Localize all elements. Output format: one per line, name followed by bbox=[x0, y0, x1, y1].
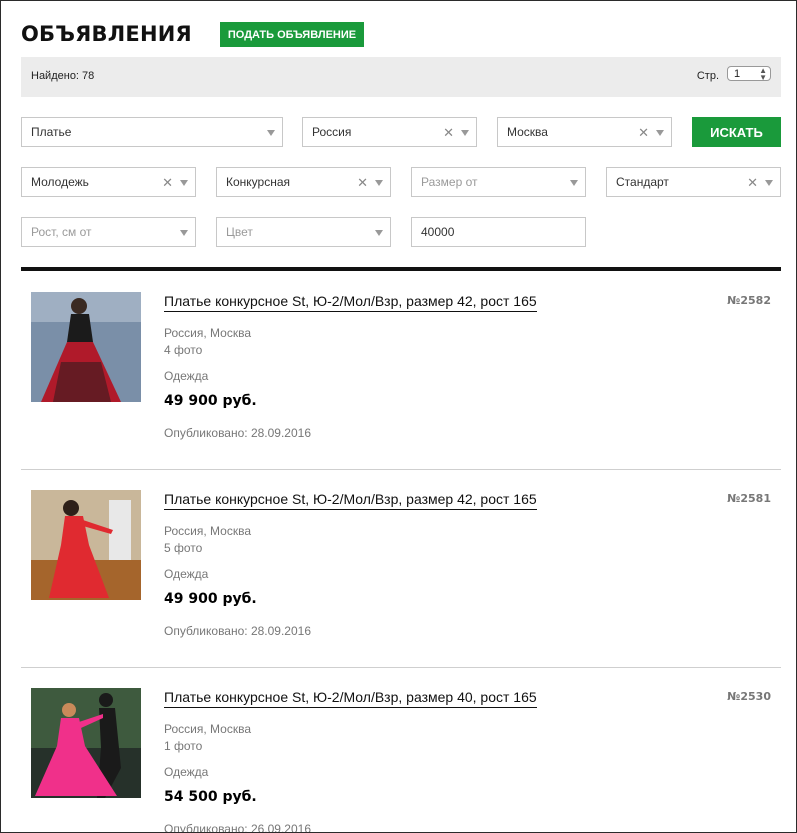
city-select-value: Москва bbox=[507, 125, 548, 139]
listing-price: 49 900 руб. bbox=[164, 591, 257, 607]
chevron-down-icon[interactable] bbox=[375, 230, 383, 236]
clear-icon[interactable]: ✕ bbox=[747, 175, 758, 191]
country-select[interactable]: Россия ✕ bbox=[302, 117, 477, 147]
program-select[interactable]: Стандарт ✕ bbox=[606, 167, 781, 197]
program-select-value: Стандарт bbox=[616, 175, 669, 189]
chevron-down-icon[interactable] bbox=[656, 130, 664, 136]
listing-title-link[interactable]: Платье конкурсное St, Ю-2/Мол/Взр, разме… bbox=[164, 689, 537, 708]
item-select[interactable]: Платье bbox=[21, 117, 283, 147]
listing-photo-count: 5 фото bbox=[164, 541, 203, 555]
size-from-select[interactable]: Размер от bbox=[411, 167, 586, 197]
country-select-value: Россия bbox=[312, 125, 352, 139]
type-select-value: Конкурсная bbox=[226, 175, 291, 189]
list-divider bbox=[21, 267, 781, 271]
row-divider bbox=[21, 469, 781, 470]
listing-photo[interactable] bbox=[31, 688, 141, 798]
chevron-down-icon[interactable] bbox=[180, 180, 188, 186]
listing-published: Опубликовано: 28.09.2016 bbox=[164, 426, 312, 440]
listing-number: №2581 bbox=[727, 492, 771, 505]
listing-location: Россия, Москва bbox=[164, 524, 251, 538]
found-count: Найдено: 78 bbox=[31, 70, 95, 82]
listing-published: Опубликовано: 26.09.2016 bbox=[164, 822, 312, 833]
listing-item: Платье конкурсное St, Ю-2/Мол/Взр, разме… bbox=[21, 688, 781, 833]
height-from-placeholder: Рост, см от bbox=[31, 225, 92, 239]
price-max-value: 40000 bbox=[421, 225, 455, 239]
row-divider bbox=[21, 667, 781, 668]
search-button[interactable]: ИСКАТЬ bbox=[692, 117, 781, 147]
page-frame: ОБЪЯВЛЕНИЯ ПОДАТЬ ОБЪЯВЛЕНИЕ Найдено: 78… bbox=[0, 0, 797, 833]
listing-item: Платье конкурсное St, Ю-2/Мол/Взр, разме… bbox=[21, 490, 781, 650]
dress-photo-image bbox=[31, 490, 141, 600]
height-from-select[interactable]: Рост, см от bbox=[21, 217, 196, 247]
listing-location: Россия, Москва bbox=[164, 722, 251, 736]
item-select-value: Платье bbox=[31, 125, 72, 139]
listing-title-link[interactable]: Платье конкурсное St, Ю-2/Мол/Взр, разме… bbox=[164, 491, 537, 510]
listing-category: Одежда bbox=[164, 369, 209, 383]
color-select[interactable]: Цвет bbox=[216, 217, 391, 247]
listing-category: Одежда bbox=[164, 765, 209, 779]
listing-number: №2582 bbox=[727, 294, 771, 307]
clear-icon[interactable]: ✕ bbox=[357, 175, 368, 191]
page-stepper[interactable]: 1 ▲ ▼ bbox=[727, 66, 771, 82]
chevron-down-icon[interactable] bbox=[375, 180, 383, 186]
results-bar: Найдено: 78 Стр. 1 ▲ ▼ bbox=[21, 57, 781, 97]
listing-location: Россия, Москва bbox=[164, 326, 251, 340]
listing-photo[interactable] bbox=[31, 490, 141, 600]
chevron-down-icon[interactable] bbox=[765, 180, 773, 186]
listing-photo-count: 4 фото bbox=[164, 343, 203, 357]
clear-icon[interactable]: ✕ bbox=[443, 125, 454, 141]
header: ОБЪЯВЛЕНИЯ bbox=[21, 19, 192, 49]
listing-price: 49 900 руб. bbox=[164, 393, 257, 409]
dress-photo-image bbox=[31, 688, 141, 798]
page-title: ОБЪЯВЛЕНИЯ bbox=[21, 22, 192, 46]
stepper-arrows-icon[interactable]: ▲ ▼ bbox=[759, 67, 767, 82]
city-select[interactable]: Москва ✕ bbox=[497, 117, 672, 147]
age-select-value: Молодежь bbox=[31, 175, 89, 189]
chevron-down-icon[interactable] bbox=[461, 130, 469, 136]
listing-price: 54 500 руб. bbox=[164, 789, 257, 805]
age-select[interactable]: Молодежь ✕ bbox=[21, 167, 196, 197]
dress-photo-image bbox=[31, 292, 141, 402]
listing-photo-count: 1 фото bbox=[164, 739, 203, 753]
chevron-down-icon[interactable] bbox=[267, 130, 275, 136]
size-from-placeholder: Размер от bbox=[421, 175, 478, 189]
listing-item: Платье конкурсное St, Ю-2/Мол/Взр, разме… bbox=[21, 292, 781, 452]
listing-title-link[interactable]: Платье конкурсное St, Ю-2/Мол/Взр, разме… bbox=[164, 293, 537, 312]
clear-icon[interactable]: ✕ bbox=[638, 125, 649, 141]
listing-category: Одежда bbox=[164, 567, 209, 581]
clear-icon[interactable]: ✕ bbox=[162, 175, 173, 191]
chevron-down-icon[interactable] bbox=[570, 180, 578, 186]
color-placeholder: Цвет bbox=[226, 225, 253, 239]
page-label: Стр. bbox=[696, 70, 719, 82]
price-max-input[interactable]: 40000 bbox=[411, 217, 586, 247]
listing-number: №2530 bbox=[727, 690, 771, 703]
page-value: 1 bbox=[734, 67, 741, 80]
listing-photo[interactable] bbox=[31, 292, 141, 402]
listing-published: Опубликовано: 28.09.2016 bbox=[164, 624, 312, 638]
type-select[interactable]: Конкурсная ✕ bbox=[216, 167, 391, 197]
chevron-down-icon[interactable] bbox=[180, 230, 188, 236]
post-ad-button[interactable]: ПОДАТЬ ОБЪЯВЛЕНИЕ bbox=[220, 22, 364, 47]
